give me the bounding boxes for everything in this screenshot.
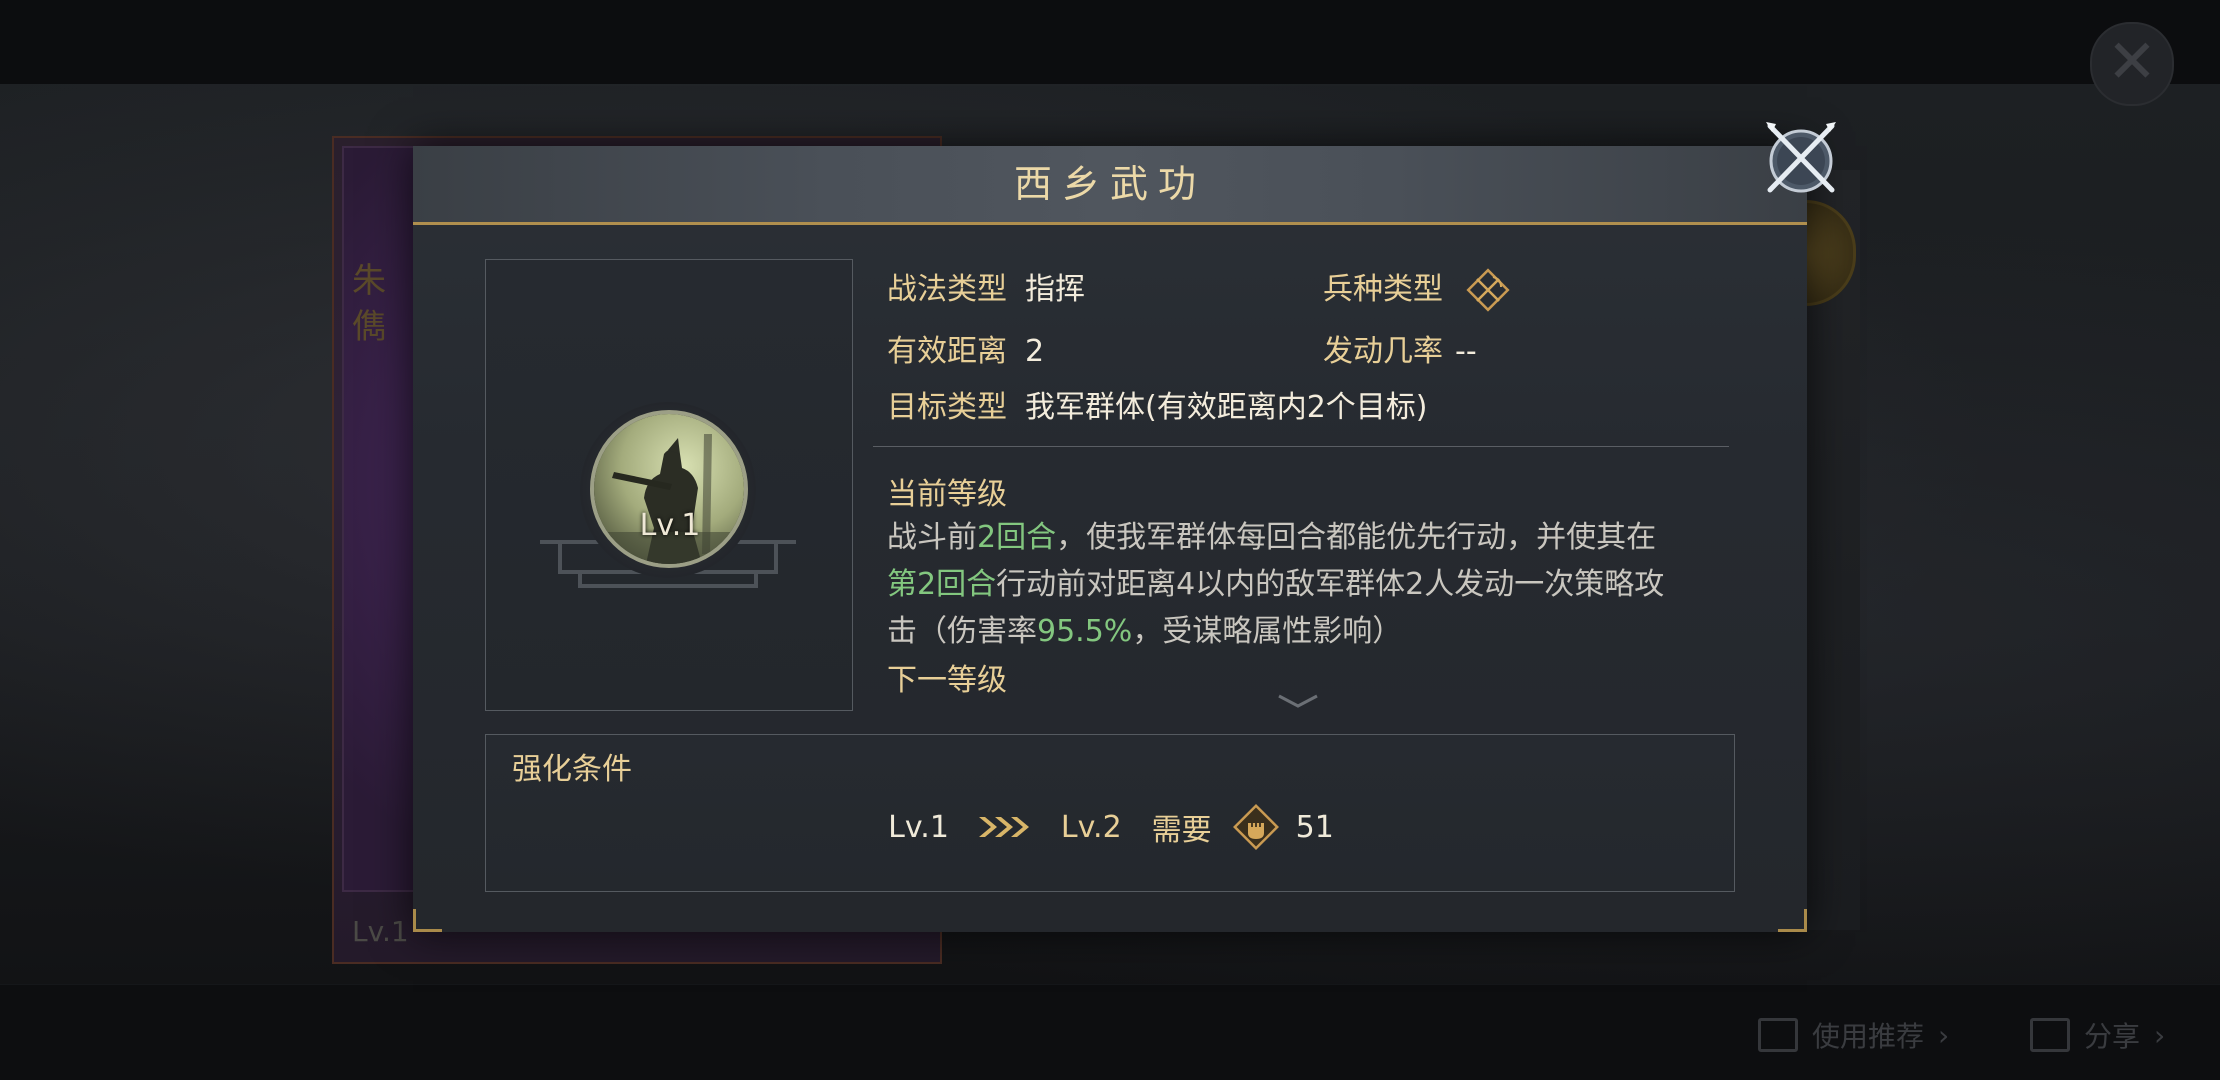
description-text: 行动前对距离4以内的敌军群体2人发动一次策略攻: [996, 567, 1665, 602]
background-top-band: [0, 0, 2220, 84]
range-row: 有效距离 2: [887, 332, 1044, 372]
crossed-weapons-diamond-icon: [1466, 268, 1510, 312]
background-card-level: Lv.1: [352, 915, 409, 948]
description-highlight: 95.5%: [1037, 614, 1133, 649]
background-close-icon: ✕: [2090, 22, 2174, 106]
description-line-1: 战斗前2回合，使我军群体每回合都能优先行动，并使其在: [887, 514, 1727, 561]
target-type-label: 目标类型: [887, 390, 1007, 425]
background-recommend-label: 使用推荐: [1812, 1020, 1925, 1053]
upgrade-to-level: Lv.2: [1060, 809, 1122, 845]
upgrade-cost-row: Lv.1 Lv.2 需要 51: [486, 804, 1736, 850]
description-line-2: 第2回合行动前对距离4以内的敌军群体2人发动一次策略攻: [887, 561, 1727, 608]
troop-type-row: 兵种类型: [1323, 270, 1443, 310]
upgrade-conditions-panel: 强化条件 Lv.1 Lv.2 需要 51: [485, 734, 1735, 892]
skill-level-badge: Lv.1: [639, 508, 701, 543]
chevron-right-icon: ›: [1938, 1018, 1950, 1052]
attributes-divider: [873, 446, 1729, 447]
description-highlight: 第2回合: [887, 567, 997, 602]
close-button[interactable]: [1762, 120, 1840, 198]
trigger-rate-row: 发动几率 --: [1323, 332, 1477, 372]
chevron-right-icon: ›: [2154, 1018, 2166, 1052]
next-level-heading: 下一等级: [887, 663, 1007, 698]
skill-description: 战斗前2回合，使我军群体每回合都能优先行动，并使其在 第2回合行动前对距离4以内…: [887, 514, 1727, 655]
target-type-value: 我军群体(有效距离内2个目标): [1025, 390, 1428, 425]
upgrade-cost-value: 51: [1295, 809, 1334, 845]
trigger-rate-value: --: [1455, 334, 1477, 369]
fist-token-icon: [1232, 804, 1279, 850]
description-text: ，使我军群体每回合都能优先行动，并使其在: [1056, 520, 1657, 555]
description-text: 击（伤害率: [887, 614, 1037, 649]
triple-chevron-arrow-icon: [978, 817, 1029, 837]
corner-ornament-right: [1778, 909, 1807, 932]
description-line-3: 击（伤害率95.5%，受谋略属性影响）: [887, 608, 1727, 655]
background-card-name: 朱儁: [352, 261, 386, 347]
upgrade-from-level: Lv.1: [888, 809, 949, 845]
corner-ornament-left: [413, 909, 442, 932]
current-level-heading: 当前等级: [887, 477, 1007, 512]
troop-type-label: 兵种类型: [1323, 272, 1443, 307]
grid-icon: [1758, 1018, 1798, 1052]
tactic-type-label: 战法类型: [887, 272, 1007, 307]
skill-detail-dialog: 西乡武功 Lv.1 战法类型 指挥 兵种类型 有效距离 2 发动几率 -- 目标…: [413, 146, 1807, 932]
skill-image-panel: Lv.1: [485, 259, 853, 711]
tactic-type-row: 战法类型 指挥: [887, 270, 1085, 310]
upgrade-requires-label: 需要: [1151, 813, 1212, 848]
background-share-label: 分享: [2084, 1020, 2141, 1053]
skill-portrait-icon: [590, 410, 748, 568]
description-text: ，受谋略属性影响）: [1132, 614, 1403, 649]
description-highlight: 2回合: [977, 520, 1057, 555]
description-text: 战斗前: [887, 520, 977, 555]
tactic-type-value: 指挥: [1025, 272, 1085, 307]
background-recommend-button: 使用推荐 ›: [1758, 1010, 1949, 1060]
target-type-row: 目标类型 我军群体(有效距离内2个目标): [887, 388, 1428, 428]
range-value: 2: [1025, 334, 1045, 369]
dialog-title: 西乡武功: [1013, 162, 1206, 206]
upgrade-conditions-label: 强化条件: [512, 752, 632, 787]
range-label: 有效距离: [887, 334, 1007, 369]
background-share-button: 分享 ›: [2030, 1010, 2165, 1060]
trigger-rate-label: 发动几率: [1323, 334, 1443, 369]
share-icon: [2030, 1018, 2070, 1052]
scroll-down-chevron-icon[interactable]: [1275, 692, 1321, 710]
